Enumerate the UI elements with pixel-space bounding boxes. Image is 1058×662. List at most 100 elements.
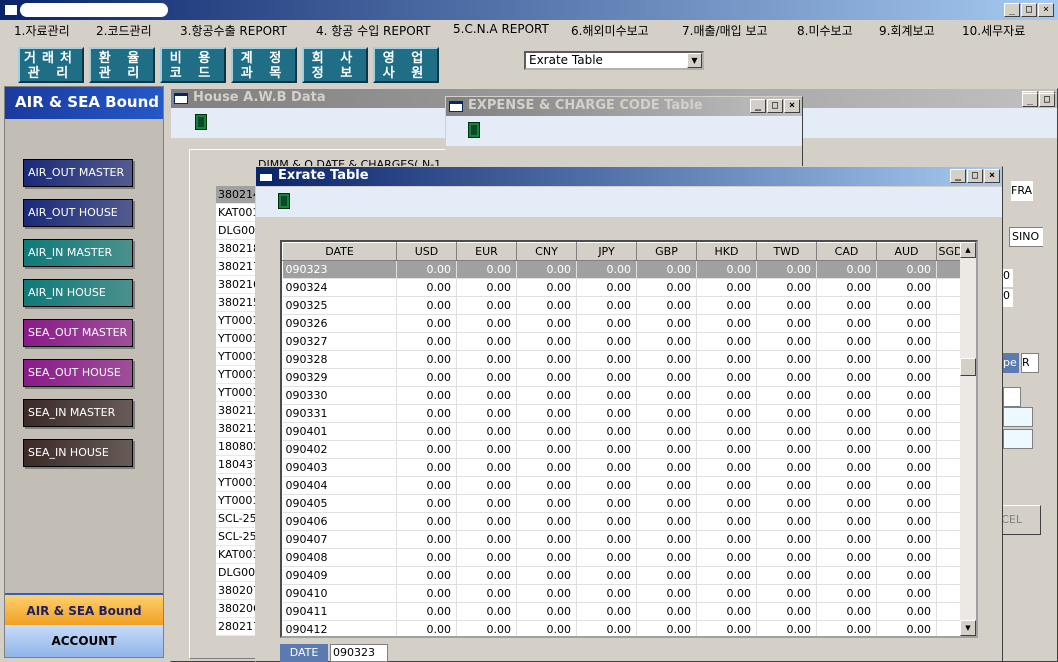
rate-cell[interactable]: 0.00 — [576, 512, 637, 531]
rate-cell[interactable]: 0.00 — [396, 566, 457, 585]
rate-cell[interactable]: 0.00 — [576, 458, 637, 477]
rate-cell[interactable]: 0.00 — [696, 314, 757, 333]
customer-mgmt-button[interactable]: 거래처 관 리 — [18, 47, 84, 83]
rate-cell[interactable]: 0.00 — [876, 440, 937, 459]
menu-receivable-report[interactable]: 8.미수보고 — [797, 22, 853, 39]
rate-cell[interactable]: 0.00 — [816, 620, 877, 636]
date-cell[interactable]: 090325 — [282, 296, 397, 315]
date-cell[interactable]: 090323 — [282, 260, 397, 279]
menu-code-mgmt[interactable]: 2.코드관리 — [96, 22, 152, 39]
rate-cell[interactable]: 0.00 — [396, 620, 457, 636]
nav-sea-in-house[interactable]: SEA_IN HOUSE — [23, 439, 133, 467]
rate-cell[interactable]: 0.00 — [876, 368, 937, 387]
table-row[interactable]: 090410 0.00 0.00 0.00 0.00 0.00 0.00 0.00 0.00 0.… — [282, 584, 965, 603]
rate-cell[interactable]: 0.00 — [756, 440, 817, 459]
rate-cell[interactable]: 0.00 — [456, 314, 517, 333]
rate-cell[interactable]: 0.00 — [756, 314, 817, 333]
maximize-icon[interactable]: □ — [967, 169, 983, 183]
rate-cell[interactable]: 0.00 — [636, 332, 697, 351]
rate-cell[interactable]: 0.00 — [576, 422, 637, 441]
rate-cell[interactable]: 0.00 — [696, 620, 757, 636]
date-cell[interactable]: 090330 — [282, 386, 397, 405]
rate-cell[interactable]: 0.00 — [816, 296, 877, 315]
rate-cell[interactable]: 0.00 — [696, 566, 757, 585]
table-row[interactable]: 090406 0.00 0.00 0.00 0.00 0.00 0.00 0.00 0.00 0.… — [282, 512, 965, 531]
date-cell[interactable]: 090401 — [282, 422, 397, 441]
column-header-jpy[interactable]: JPY — [576, 242, 637, 261]
rate-cell[interactable]: 0.00 — [456, 494, 517, 513]
rate-cell[interactable]: 0.00 — [396, 584, 457, 603]
rate-cell[interactable]: 0.00 — [516, 566, 577, 585]
rate-cell[interactable]: 0.00 — [516, 584, 577, 603]
rate-cell[interactable]: 0.00 — [456, 404, 517, 423]
rate-cell[interactable]: 0.00 — [636, 314, 697, 333]
table-row[interactable]: 090330 0.00 0.00 0.00 0.00 0.00 0.00 0.00 0.00 0.… — [282, 386, 965, 405]
table-row[interactable]: 090411 0.00 0.00 0.00 0.00 0.00 0.00 0.00 0.00 0.… — [282, 602, 965, 621]
rate-cell[interactable]: 0.00 — [456, 548, 517, 567]
rate-cell[interactable]: 0.00 — [696, 404, 757, 423]
menu-air-import-report[interactable]: 4. 항공 수입 REPORT — [316, 22, 430, 39]
rate-cell[interactable]: 0.00 — [396, 332, 457, 351]
rate-cell[interactable]: 0.00 — [636, 278, 697, 297]
minimize-icon[interactable]: _ — [950, 169, 966, 183]
rate-cell[interactable]: 0.00 — [636, 512, 697, 531]
rate-cell[interactable]: 0.00 — [636, 602, 697, 621]
rate-cell[interactable]: 0.00 — [696, 386, 757, 405]
table-row[interactable]: 090408 0.00 0.00 0.00 0.00 0.00 0.00 0.00 0.00 0.… — [282, 548, 965, 567]
field-zero-2[interactable]: 0 — [1003, 289, 1013, 307]
exchange-rate-mgmt-button[interactable]: 환 율관 리 — [89, 47, 155, 83]
rate-cell[interactable]: 0.00 — [516, 476, 577, 495]
rate-cell[interactable]: 0.00 — [636, 296, 697, 315]
date-cell[interactable]: 090331 — [282, 404, 397, 423]
date-cell[interactable]: 090402 — [282, 440, 397, 459]
rate-cell[interactable]: 0.00 — [696, 494, 757, 513]
exit-door-icon[interactable] — [195, 114, 207, 130]
rate-cell[interactable]: 0.00 — [396, 314, 457, 333]
rate-cell[interactable]: 0.00 — [696, 548, 757, 567]
rate-cell[interactable]: 0.00 — [516, 314, 577, 333]
rate-cell[interactable]: 0.00 — [636, 458, 697, 477]
rate-cell[interactable]: 0.00 — [756, 332, 817, 351]
rate-cell[interactable]: 0.00 — [516, 386, 577, 405]
rate-cell[interactable]: 0.00 — [636, 548, 697, 567]
rate-cell[interactable]: 0.00 — [576, 440, 637, 459]
rate-cell[interactable]: 0.00 — [636, 584, 697, 603]
rate-cell[interactable]: 0.00 — [456, 512, 517, 531]
table-row[interactable]: 090404 0.00 0.00 0.00 0.00 0.00 0.00 0.00 0.00 0.… — [282, 476, 965, 495]
rate-cell[interactable]: 0.00 — [576, 314, 637, 333]
rate-cell[interactable]: 0.00 — [696, 350, 757, 369]
exit-door-icon[interactable] — [278, 193, 290, 209]
rate-cell[interactable]: 0.00 — [396, 368, 457, 387]
vertical-scrollbar[interactable]: ▲ ▼ — [960, 242, 976, 636]
maximize-icon[interactable]: □ — [1039, 93, 1055, 107]
input-field-c[interactable] — [1003, 429, 1033, 449]
hawb-row[interactable]: SCL-25 — [216, 510, 258, 528]
date-cell[interactable]: 090328 — [282, 350, 397, 369]
hawb-row[interactable]: DLG000 — [216, 222, 258, 240]
date-cell[interactable]: 090405 — [282, 494, 397, 513]
hawb-row[interactable]: 380212 — [216, 420, 258, 438]
rate-cell[interactable]: 0.00 — [876, 278, 937, 297]
nav-air-in-master[interactable]: AIR_IN MASTER — [23, 239, 133, 267]
column-header-cad[interactable]: CAD — [816, 242, 877, 261]
rate-cell[interactable]: 0.00 — [516, 602, 577, 621]
rate-cell[interactable]: 0.00 — [876, 422, 937, 441]
rate-cell[interactable]: 0.00 — [756, 566, 817, 585]
rate-cell[interactable]: 0.00 — [456, 530, 517, 549]
rate-cell[interactable]: 0.00 — [756, 296, 817, 315]
rate-cell[interactable]: 0.00 — [396, 512, 457, 531]
rate-cell[interactable]: 0.00 — [576, 404, 637, 423]
hawb-row[interactable]: 180437 — [216, 456, 258, 474]
date-cell[interactable]: 090329 — [282, 368, 397, 387]
column-header-date[interactable]: DATE — [282, 242, 397, 261]
date-cell[interactable]: 090404 — [282, 476, 397, 495]
rate-cell[interactable]: 0.00 — [756, 350, 817, 369]
rate-cell[interactable]: 0.00 — [576, 368, 637, 387]
date-cell[interactable]: 090410 — [282, 584, 397, 603]
rate-cell[interactable]: 0.00 — [456, 602, 517, 621]
rate-cell[interactable]: 0.00 — [456, 422, 517, 441]
nav-sea-out-master[interactable]: SEA_OUT MASTER — [23, 319, 133, 347]
cancel-button[interactable]: ICEL — [997, 505, 1041, 535]
rate-cell[interactable]: 0.00 — [456, 620, 517, 636]
date-cell[interactable]: 090407 — [282, 530, 397, 549]
